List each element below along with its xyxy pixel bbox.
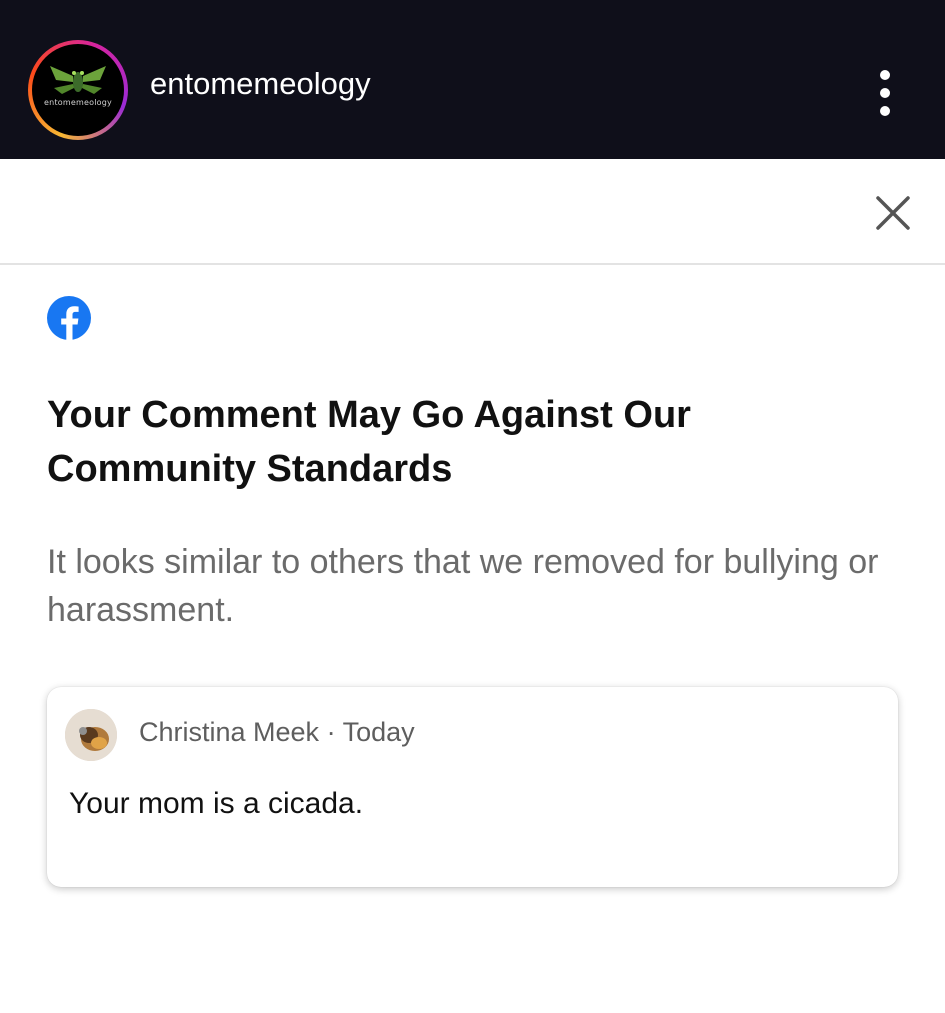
dialog-header [0, 159, 945, 265]
dialog-headline: Your Comment May Go Against Our Communit… [47, 394, 691, 490]
cicada-logo-icon [50, 66, 106, 94]
comment-preview-card: Christina Meek · Today Your mom is a cic… [47, 687, 898, 887]
comment-text: Your mom is a cicada. [69, 787, 364, 820]
commenter-avatar [65, 709, 117, 761]
facebook-icon [47, 296, 91, 340]
top-bar: entomemeology entomemeology [0, 0, 945, 159]
avatar-logo-text: entomemeology [44, 98, 112, 107]
account-avatar[interactable]: entomemeology [28, 40, 128, 140]
comment-author: Christina Meek [139, 717, 320, 747]
account-name[interactable]: entomemeology [150, 68, 371, 99]
comment-time: Today [342, 717, 415, 747]
dialog-explanation: It looks similar to others that we remov… [47, 543, 879, 629]
close-icon[interactable] [872, 192, 914, 234]
more-options-icon[interactable] [870, 68, 900, 118]
account-avatar-image: entomemeology [32, 44, 124, 136]
comment-meta: Christina Meek · Today [139, 717, 415, 748]
meta-separator: · [326, 717, 336, 747]
